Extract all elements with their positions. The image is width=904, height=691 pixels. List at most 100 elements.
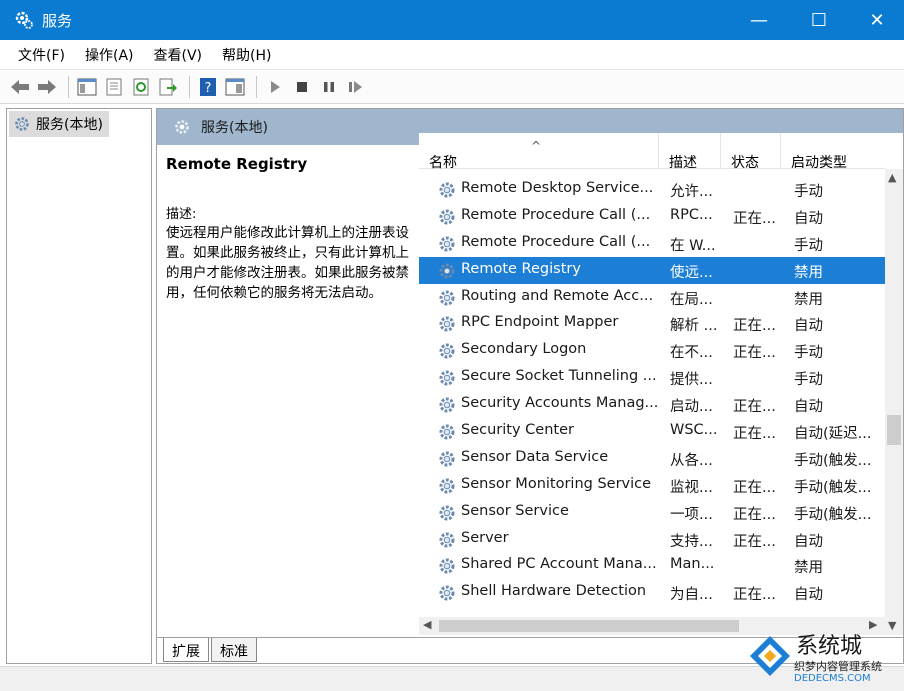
watermark-subtitle: 织梦内容管理系统 <box>794 660 882 673</box>
maximize-button[interactable]: ☐ <box>790 0 848 40</box>
service-name: Sensor Service <box>461 502 569 519</box>
service-status: 正在... <box>733 399 776 416</box>
service-startup-type: 手动 <box>794 372 823 389</box>
service-row[interactable]: RPC Endpoint Mapper 解析 ... 正在... 自动 <box>419 310 885 337</box>
service-row[interactable]: Remote Registry 使远... 禁用 <box>419 256 885 284</box>
tab-standard[interactable]: 标准 <box>211 638 257 662</box>
service-row[interactable]: Sensor Service 一项... 正在... 手动(触发... <box>419 499 885 526</box>
service-name: Sensor Monitoring Service <box>461 475 652 492</box>
service-description: 在 W... <box>670 237 716 254</box>
column-header-description[interactable]: 描述 <box>659 133 721 171</box>
service-gear-icon <box>439 585 455 601</box>
service-status: 正在... <box>733 318 776 335</box>
services-app-icon <box>15 11 33 29</box>
service-status: 正在... <box>733 210 776 227</box>
export-icon[interactable] <box>156 75 180 99</box>
services-gear-icon <box>175 120 189 134</box>
close-button[interactable]: ✕ <box>848 0 904 40</box>
refresh-icon[interactable] <box>129 75 153 99</box>
service-row[interactable]: Secondary Logon 在不... 正在... 手动 <box>419 337 885 364</box>
service-name: Security Accounts Manag... <box>461 395 659 412</box>
list-header: ^ 名称 描述 状态 启动类型 <box>419 133 885 171</box>
service-gear-icon <box>439 478 455 494</box>
service-row[interactable]: Security Center WSC... 正在... 自动(延迟... <box>419 418 885 445</box>
service-name: Remote Procedure Call (... <box>461 233 651 250</box>
service-row[interactable]: Shell Hardware Detection 为自... 正在... 自动 <box>419 579 885 606</box>
service-description: 监视... <box>670 479 713 496</box>
service-gear-icon <box>439 343 455 359</box>
service-row[interactable]: Secure Socket Tunneling ... 提供... 手动 <box>419 364 885 391</box>
service-description: 在局... <box>670 291 713 308</box>
scroll-left-icon[interactable]: ◀ <box>423 618 431 631</box>
service-startup-type: 禁用 <box>794 291 823 308</box>
service-startup-type: 手动(触发... <box>794 452 872 469</box>
horizontal-scroll-thumb[interactable] <box>439 620 739 632</box>
service-name: Shell Hardware Detection <box>461 583 647 600</box>
service-startup-type: 自动 <box>794 318 823 335</box>
service-gear-icon <box>439 290 455 306</box>
vertical-scrollbar[interactable]: ▲ ▼ <box>885 169 903 635</box>
service-description: Man... <box>670 556 715 573</box>
services-panel: 服务(本地) Remote Registry 描述: 使远程用户能修改此计算机上… <box>156 108 904 664</box>
service-row[interactable]: Routing and Remote Acc... 在局... 禁用 <box>419 284 885 311</box>
service-row[interactable]: Remote Procedure Call (... RPC... 正在... 自动 <box>419 203 885 230</box>
column-header-status[interactable]: 状态 <box>721 133 781 171</box>
menu-action[interactable]: 操作(A) <box>75 45 144 65</box>
column-header-name[interactable]: ^ 名称 <box>419 133 659 171</box>
service-name: Security Center <box>461 422 574 439</box>
service-name: Secure Socket Tunneling ... <box>461 368 657 385</box>
service-startup-type: 自动(延迟... <box>794 426 872 443</box>
menu-file[interactable]: 文件(F) <box>8 45 75 65</box>
service-gear-icon <box>439 558 455 574</box>
service-row[interactable]: Server 支持... 正在... 自动 <box>419 526 885 553</box>
service-row[interactable]: Shared PC Account Mana... Man... 禁用 <box>419 552 885 579</box>
console-tree: 服务(本地) <box>6 108 152 664</box>
menu-bar: 文件(F) 操作(A) 查看(V) 帮助(H) <box>0 40 904 70</box>
service-row[interactable]: Sensor Monitoring Service 监视... 正在... 手动(触发… <box>419 472 885 499</box>
menu-help[interactable]: 帮助(H) <box>212 45 281 65</box>
services-list[interactable]: ^ 名称 描述 状态 启动类型 Remote Desktop Service..… <box>419 133 903 637</box>
tab-extended[interactable]: 扩展 <box>163 638 209 662</box>
forward-icon[interactable] <box>35 75 59 99</box>
service-status: 正在... <box>733 479 776 496</box>
back-icon[interactable] <box>8 75 32 99</box>
toolbar-separator <box>68 76 69 98</box>
play-icon[interactable] <box>263 75 287 99</box>
properties-icon[interactable] <box>102 75 126 99</box>
service-startup-type: 自动 <box>794 587 823 604</box>
help-icon[interactable]: ? <box>196 75 220 99</box>
service-description: 在不... <box>670 345 713 362</box>
service-startup-type: 手动 <box>794 345 823 362</box>
service-gear-icon <box>439 397 455 413</box>
content-header-title: 服务(本地) <box>201 120 268 136</box>
service-row[interactable]: Sensor Data Service 从各... 手动(触发... <box>419 445 885 472</box>
restart-icon[interactable] <box>344 75 368 99</box>
service-status: 正在... <box>733 587 776 604</box>
column-header-startup-type[interactable]: 启动类型 <box>781 133 885 171</box>
minimize-button[interactable]: — <box>730 0 788 40</box>
service-status: 正在... <box>733 506 776 523</box>
stop-icon[interactable] <box>290 75 314 99</box>
service-row[interactable]: Security Accounts Manag... 启动... 正在... 自动 <box>419 391 885 418</box>
service-gear-icon <box>439 209 455 225</box>
pause-icon[interactable] <box>317 75 341 99</box>
service-gear-icon <box>439 505 455 521</box>
tree-item-services-local[interactable]: 服务(本地) <box>9 111 109 137</box>
show-hide-tree-icon[interactable] <box>75 75 99 99</box>
service-name: Remote Procedure Call (... <box>461 206 651 223</box>
console-icon[interactable] <box>223 75 247 99</box>
service-rows: Remote Desktop Service... 允许... 手动 Remote P… <box>419 176 885 606</box>
service-gear-icon <box>439 532 455 548</box>
selected-service-title: Remote Registry <box>166 155 308 173</box>
service-name: Sensor Data Service <box>461 448 609 465</box>
watermark-url: DEDECMS.COM <box>794 673 871 684</box>
menu-view[interactable]: 查看(V) <box>144 45 213 65</box>
service-description: 使远... <box>670 264 713 281</box>
title-bar[interactable]: 服务 — ☐ ✕ <box>0 0 904 40</box>
vertical-scroll-thumb[interactable] <box>887 415 901 445</box>
service-status: 正在... <box>733 345 776 362</box>
scroll-up-icon[interactable]: ▲ <box>888 171 896 184</box>
service-row[interactable]: Remote Desktop Service... 允许... 手动 <box>419 176 885 203</box>
service-row[interactable]: Remote Procedure Call (... 在 W... 手动 <box>419 230 885 257</box>
service-description: RPC... <box>670 206 713 223</box>
